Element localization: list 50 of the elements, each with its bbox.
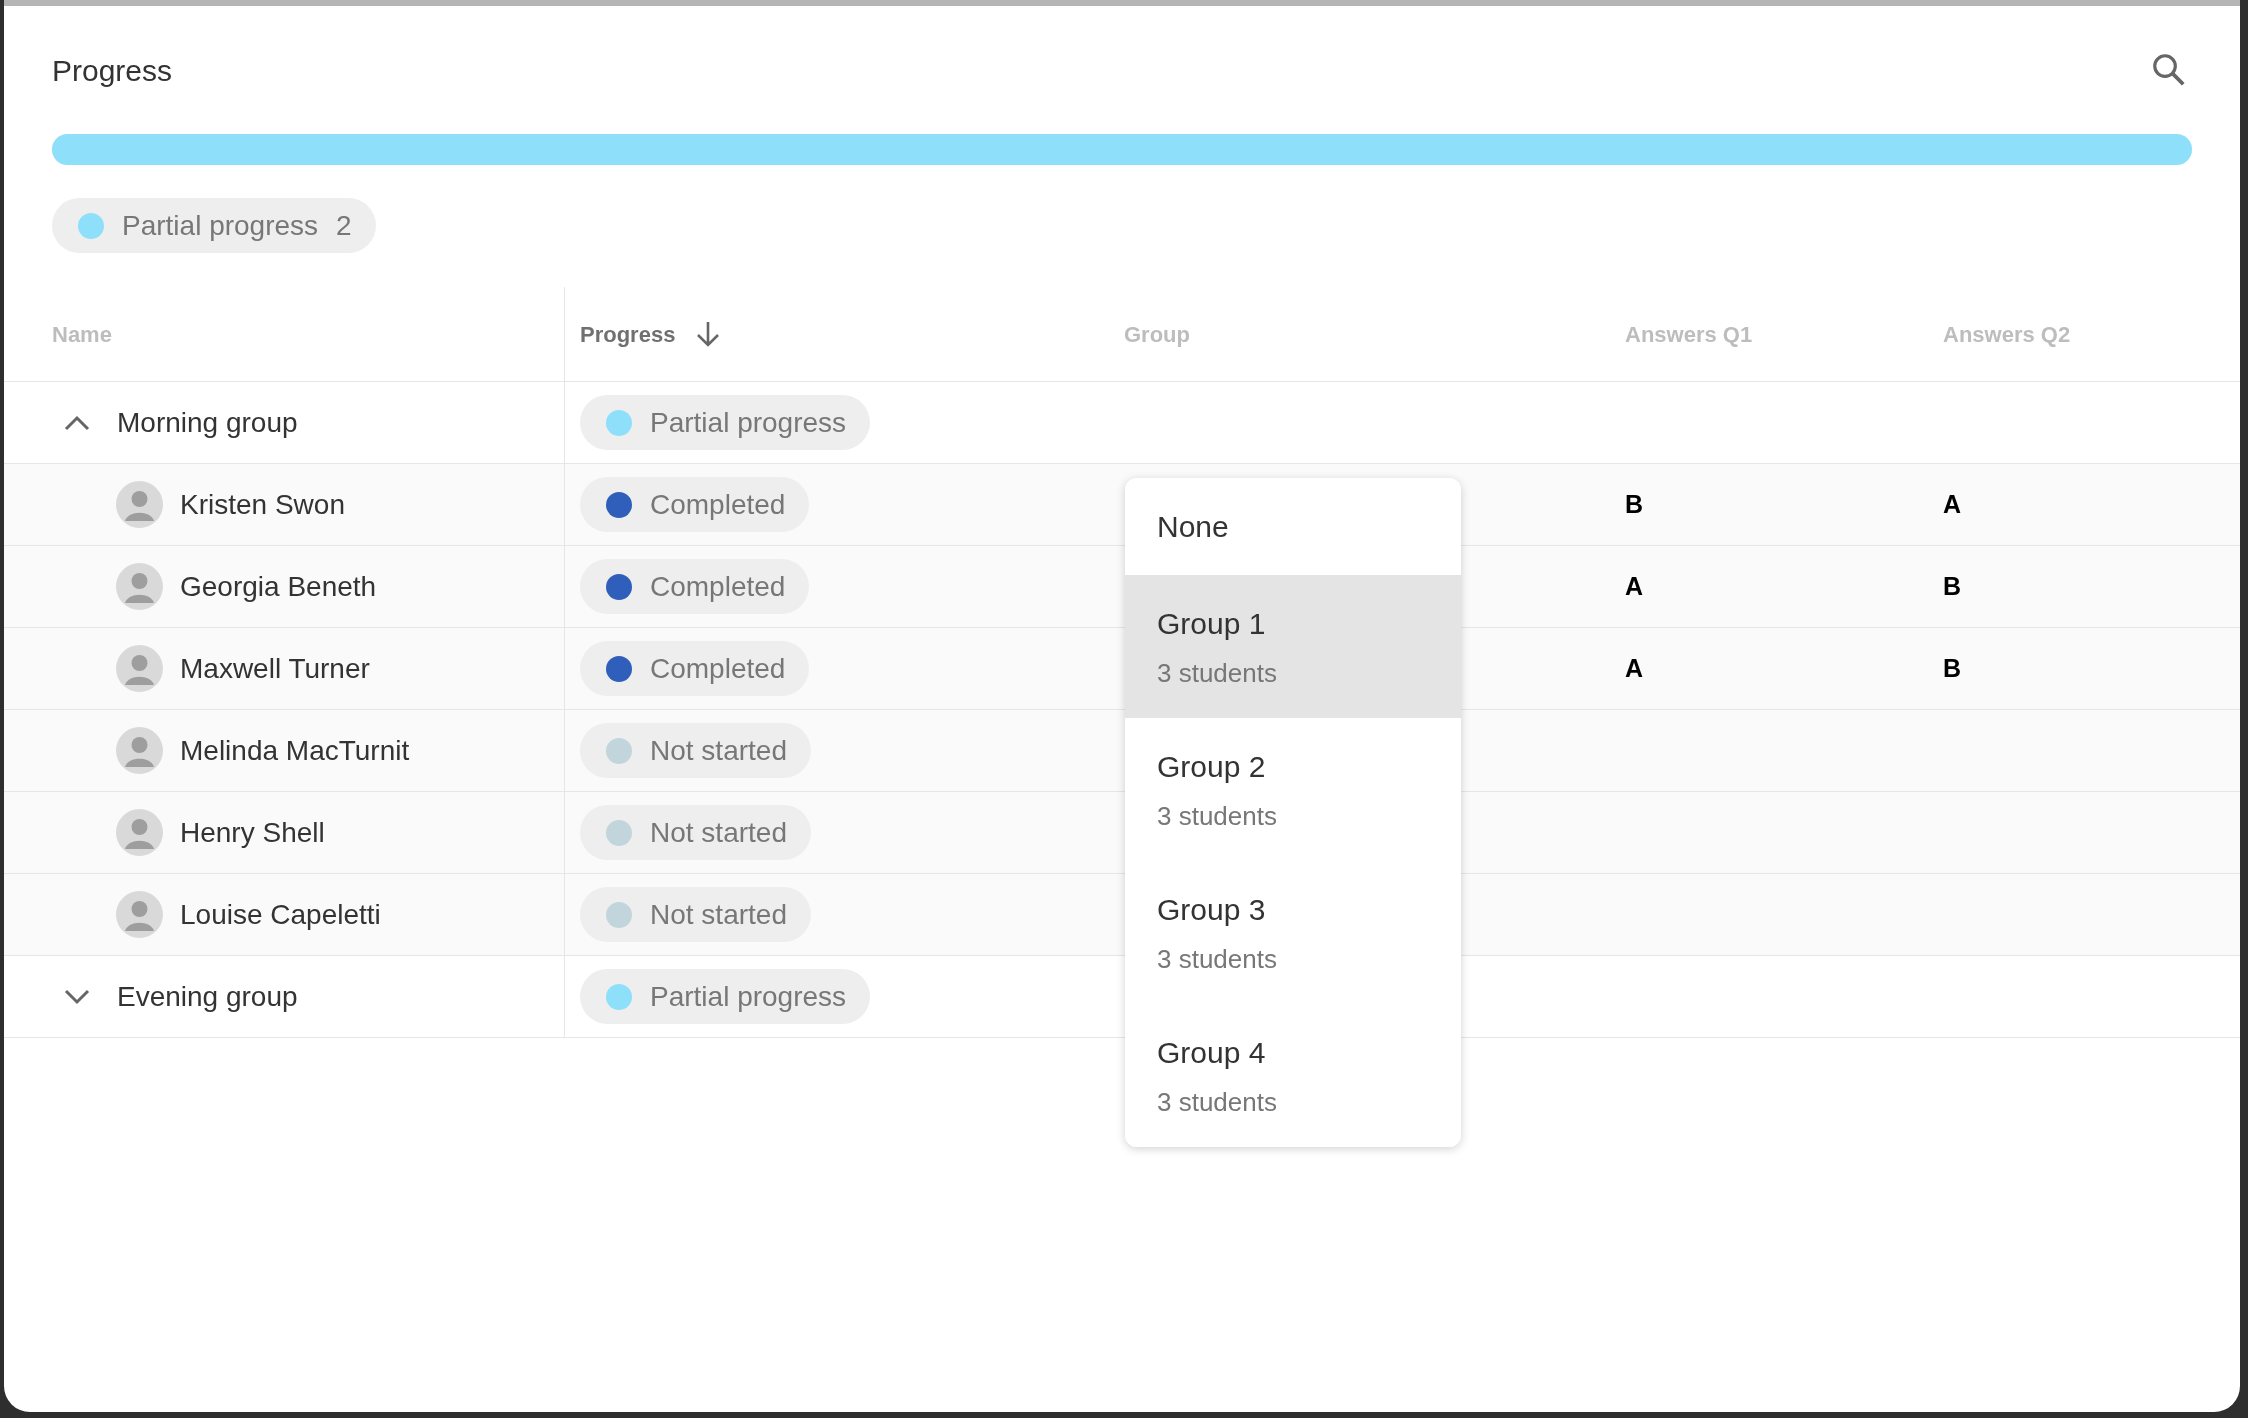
avatar-icon xyxy=(116,809,163,856)
option-label: Group 4 xyxy=(1157,1034,1267,1071)
column-header[interactable]: Progress xyxy=(580,317,676,351)
answer-text: A xyxy=(1625,570,1644,602)
option-subtitle: 3 students xyxy=(1157,942,1278,976)
answer-text: B xyxy=(1943,652,1962,684)
status-label: Completed xyxy=(650,569,786,604)
option-label: None xyxy=(1157,509,1230,545)
student-name: Kristen Swon xyxy=(180,487,345,522)
status-label: Completed xyxy=(650,487,786,522)
student-name: Melinda MacTurnit xyxy=(180,733,410,768)
student-name: Henry Shell xyxy=(180,815,325,850)
option-subtitle: 3 students xyxy=(1157,799,1278,833)
answer-text: A xyxy=(1625,652,1644,684)
answer-text: A xyxy=(1943,488,1962,520)
avatar-icon xyxy=(116,891,163,938)
option-subtitle: 3 students xyxy=(1157,1085,1278,1119)
page-title: Progress xyxy=(52,52,173,89)
status-label: Completed xyxy=(650,651,786,686)
status-label: Not started xyxy=(650,733,787,768)
filter-chip[interactable]: Partial progress 2 xyxy=(52,198,376,253)
status-label: Not started xyxy=(650,815,787,850)
avatar-icon xyxy=(116,645,163,692)
menu-option[interactable]: Group 1 3 students xyxy=(1125,575,1461,718)
student-name: Georgia Beneth xyxy=(180,569,377,604)
status-label: Partial progress xyxy=(650,405,847,440)
sort-arrow-icon[interactable] xyxy=(695,320,722,348)
status-label: Not started xyxy=(650,897,787,932)
student-name: Maxwell Turner xyxy=(180,651,370,686)
option-subtitle: 3 students xyxy=(1157,656,1278,690)
answer-text: B xyxy=(1625,488,1644,520)
option-label: Group 1 xyxy=(1157,605,1267,642)
avatar-icon xyxy=(116,727,163,774)
avatar-icon xyxy=(116,481,163,528)
group-name: Evening group xyxy=(117,979,298,1014)
menu-option[interactable]: Group 2 3 students xyxy=(1125,718,1461,861)
avatar-icon xyxy=(116,563,163,610)
group-name: Morning group xyxy=(117,405,298,440)
status-label: Partial progress xyxy=(650,979,847,1014)
option-label: Group 3 xyxy=(1157,891,1267,928)
chip-count: 2 xyxy=(336,208,352,243)
student-name: Louise Capeletti xyxy=(180,897,381,932)
menu-option[interactable]: Group 4 3 students xyxy=(1125,1004,1461,1147)
menu-option[interactable]: Group 3 3 students xyxy=(1125,861,1461,1004)
chip-label: Partial progress xyxy=(122,208,319,243)
menu-option[interactable]: None xyxy=(1125,478,1461,575)
option-label: Group 2 xyxy=(1157,748,1267,785)
chevron-up-icon[interactable] xyxy=(64,414,90,431)
chevron-down-icon[interactable] xyxy=(64,988,90,1005)
answer-text: B xyxy=(1943,570,1962,602)
